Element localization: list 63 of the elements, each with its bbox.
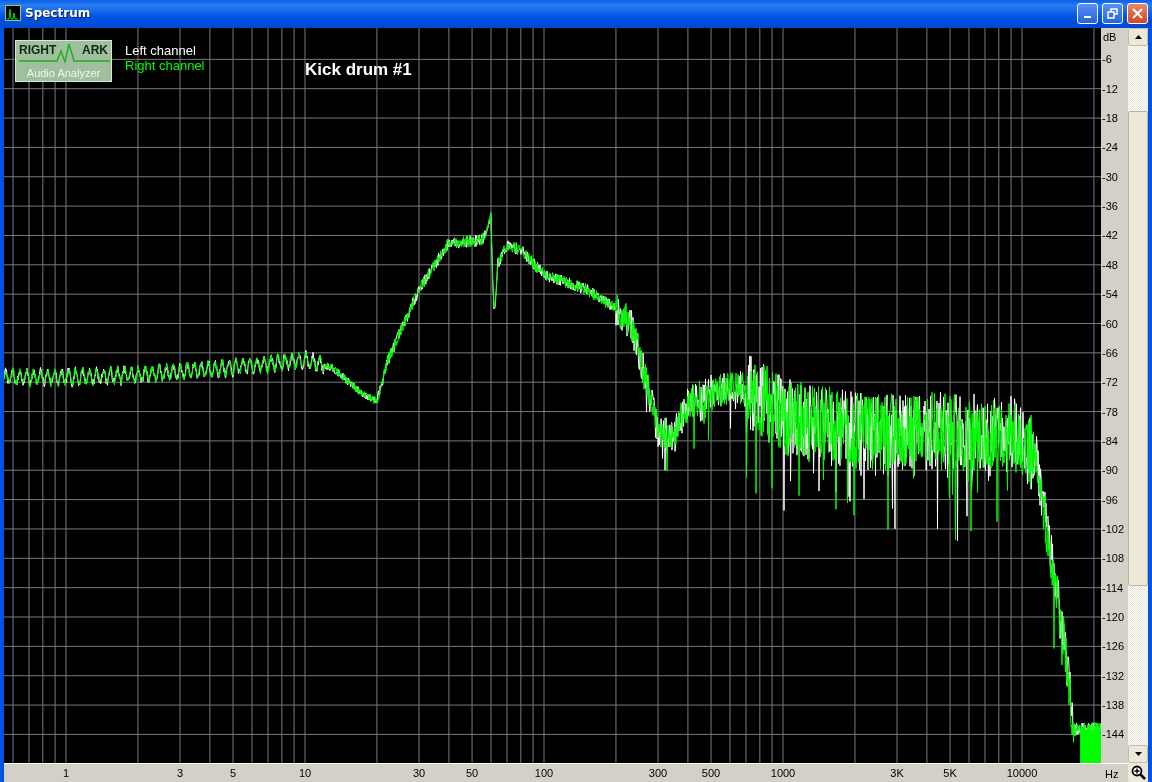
axis-tick-label: 10 [298,767,312,779]
axis-tick-label: -126 [1102,640,1125,653]
axis-tick-label: 300 [648,767,668,779]
zoom-in-icon [1130,765,1146,780]
axis-tick-label: -30 [1102,170,1118,183]
axis-tick-label: -120 [1102,611,1125,623]
axis-tick-label: -60 [1102,317,1118,330]
axis-tick-label: -78 [1102,405,1118,418]
axis-tick-label: -12 [1102,82,1118,95]
axis-tick-label: -144 [1102,728,1125,741]
axis-tick-label: 500 [701,767,721,779]
axis-tick-label: -66 [1102,346,1118,359]
scroll-up-button[interactable] [1128,28,1148,46]
axis-tick-label: -90 [1102,464,1118,477]
axis-tick-label: 30 [412,767,426,779]
spectrum-icon [5,5,21,21]
axis-tick-label: -108 [1102,552,1125,565]
logo-text: RIGHT [19,43,57,57]
axis-tick-label: 5 [230,767,237,779]
axis-tick-label: -114 [1102,581,1124,594]
minimize-button[interactable] [1077,2,1098,24]
axis-tick-label: 3 [176,767,184,779]
axis-tick-label: -54 [1102,288,1118,301]
window-title: Spectrum [25,6,92,20]
axis-tick-label: 3K [890,767,904,779]
axis-tick-label: 100 [534,767,554,779]
axis-unit: Hz [1101,763,1128,782]
axis-tick-label: -132 [1102,669,1125,682]
axis-tick-label: -138 [1102,699,1125,712]
axis-tick-label: -18 [1102,112,1118,125]
axis-tick-label: -96 [1102,493,1118,506]
logo-subtitle: Audio Analyzer [25,66,102,81]
axis-tick-label: -102 [1102,522,1125,535]
axis-unit: dB [1103,31,1117,43]
axis-tick-label: -72 [1102,376,1118,389]
zoom-button[interactable] [1128,763,1148,782]
axis-tick-label: 50 [465,767,479,779]
logo-text: ARK [82,43,108,57]
restore-icon [1107,7,1118,19]
axis-tick-label: 5K [943,767,957,779]
legend-label: Right channel [125,58,205,73]
chart-title: Kick drum #1 [305,60,412,80]
zigzag-icon [19,43,110,63]
axis-tick-label: -48 [1102,258,1118,271]
axis-tick-label: 1000 [770,767,796,779]
legend-label: Left channel [125,43,197,58]
minimize-icon [1084,16,1091,18]
axis-tick-label: -6 [1102,53,1112,66]
up-arrow-icon [1134,35,1142,39]
axis-tick-label: 1 [62,767,70,779]
scrollbar[interactable] [1128,28,1148,763]
down-arrow-icon [1134,752,1142,756]
axis-tick-label: -42 [1102,229,1118,242]
restore-button[interactable] [1102,2,1123,24]
axis-tick-label: -84 [1102,434,1118,447]
axis-tick-label: -36 [1102,200,1118,213]
noise-floor-fill [1080,729,1101,763]
close-button[interactable] [1127,2,1148,24]
scroll-thumb[interactable] [1128,111,1148,586]
axis-tick-label: 10000 [1006,767,1038,779]
scroll-down-button[interactable] [1128,745,1148,763]
axis-tick-label: -24 [1102,141,1118,154]
close-icon [1132,7,1143,19]
